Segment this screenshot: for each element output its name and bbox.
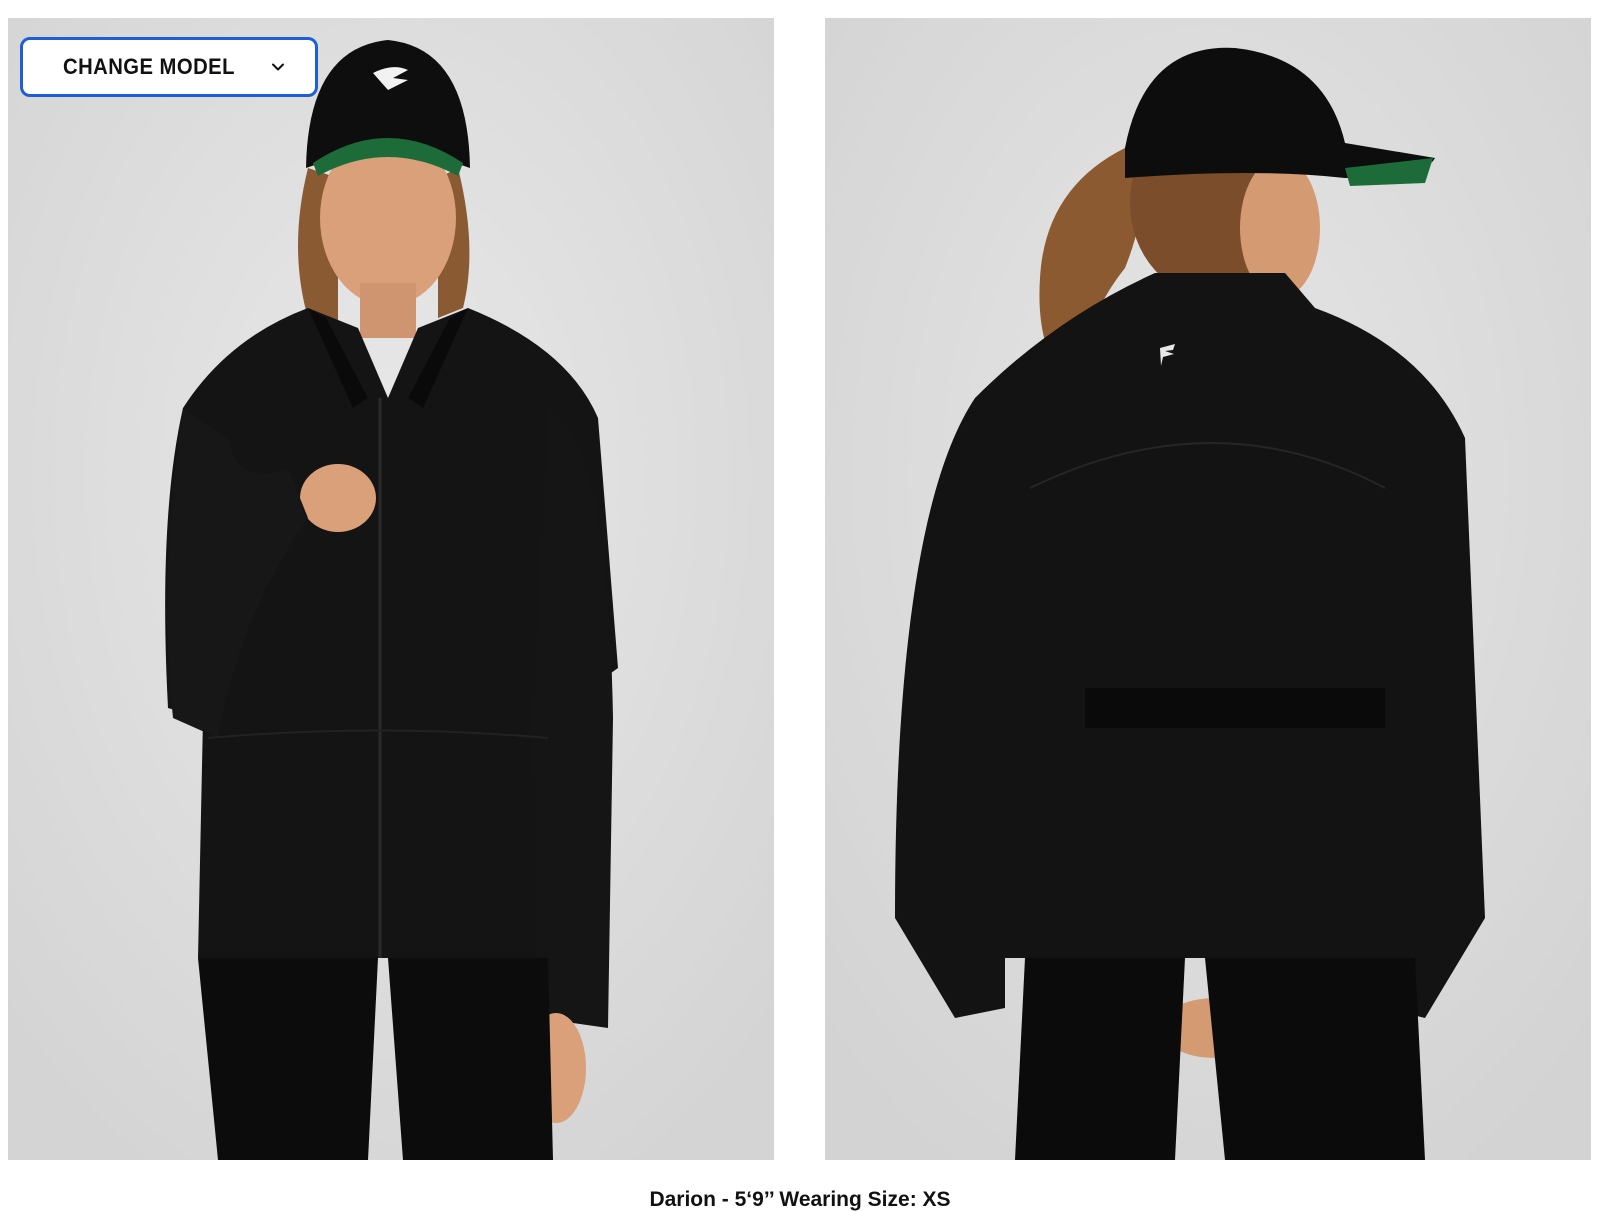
model-size-caption: Darion - 5‘9’’ Wearing Size: XS <box>649 1188 951 1211</box>
product-gallery: CHANGE MODEL Darion - 5‘9’’ Wearing Size… <box>0 0 1600 1211</box>
chevron-down-icon <box>271 63 284 71</box>
product-image-back[interactable] <box>825 18 1591 1160</box>
product-image-front[interactable] <box>8 18 774 1160</box>
model-back-illustration <box>825 18 1591 1160</box>
change-model-button[interactable]: CHANGE MODEL <box>20 37 318 97</box>
model-front-illustration <box>8 18 774 1160</box>
change-model-label: CHANGE MODEL <box>63 54 235 79</box>
